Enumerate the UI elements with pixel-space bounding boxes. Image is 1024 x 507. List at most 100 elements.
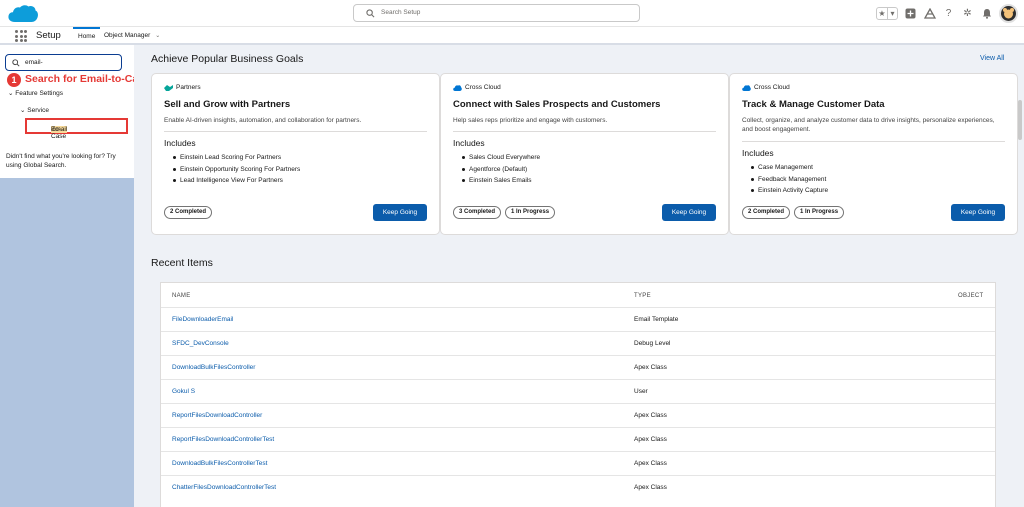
table-row: ReportFilesDownloadController Apex Class [161, 403, 995, 427]
item-name-link[interactable]: ReportFilesDownloadControllerTest [172, 436, 274, 443]
card-title: Track & Manage Customer Data [742, 99, 885, 110]
list-item: Feedback Management [751, 174, 828, 186]
card-description: Help sales reps prioritize and engage wi… [453, 117, 608, 124]
search-icon [12, 59, 20, 67]
favorites-group: ★ ▾ [876, 7, 898, 20]
tab-object-manager-label: Object Manager [104, 32, 151, 39]
tree-item-email-to-case[interactable]: Email -to-Case [25, 118, 128, 140]
item-type: Debug Level [634, 340, 671, 347]
card-divider [164, 131, 427, 132]
card-tag-label: Partners [176, 84, 201, 91]
favorites-star-icon[interactable]: ★ [877, 8, 887, 19]
item-name-link[interactable]: FileDownloaderEmail [172, 316, 233, 323]
global-header: Search Setup ★ ▾ ? ✲ [0, 0, 1024, 27]
column-header-name[interactable]: NAME [172, 293, 191, 299]
card-description: Enable AI-driven insights, automation, a… [164, 117, 362, 124]
keep-going-button[interactable]: Keep Going [373, 204, 427, 221]
table-row: FileDownloaderEmail Email Template [161, 307, 995, 331]
tab-home[interactable]: Home [73, 27, 101, 43]
chevron-down-icon: ⌄ [20, 107, 26, 114]
item-name-link[interactable]: ChatterFilesDownloadControllerTest [172, 484, 276, 491]
add-icon[interactable] [904, 7, 917, 20]
bell-icon[interactable] [980, 7, 993, 20]
salesforce-logo[interactable] [7, 3, 39, 24]
header-utility-icons: ★ ▾ ? ✲ [876, 3, 1018, 24]
card-includes-list: Sales Cloud Everywhere Agentforce (Defau… [462, 152, 540, 187]
tab-home-label: Home [78, 33, 96, 40]
status-badge: 2 Completed [164, 206, 213, 219]
step-annotation-text: Search for Email-to-Case [25, 73, 150, 85]
status-badge: 3 Completed [453, 206, 502, 219]
keep-going-button[interactable]: Keep Going [951, 204, 1005, 221]
recent-items-table: NAME TYPE OBJECT FileDownloaderEmail Ema… [160, 282, 996, 507]
tree-item-label: Service [27, 107, 49, 114]
quick-find-input[interactable]: email- [5, 54, 122, 71]
setup-search-input[interactable]: Search Setup [353, 4, 640, 22]
page-scrollbar[interactable] [1018, 100, 1022, 140]
list-item: Sales Cloud Everywhere [462, 152, 540, 164]
chevron-down-icon[interactable]: ⌄ [155, 33, 160, 39]
item-name-link[interactable]: DownloadBulkFilesController [172, 364, 255, 371]
card-includes-list: Einstein Lead Scoring For Partners Einst… [173, 152, 300, 187]
step-number-badge: 1 [7, 73, 21, 87]
search-icon [366, 9, 375, 18]
tab-object-manager[interactable]: Object Manager ⌄ [104, 27, 160, 43]
card-includes-label: Includes [742, 148, 774, 158]
goal-card: Cross Cloud Connect with Sales Prospects… [440, 73, 729, 235]
keep-going-button[interactable]: Keep Going [662, 204, 716, 221]
favorites-list-icon[interactable]: ▾ [887, 8, 897, 19]
tree-item-feature-settings[interactable]: ⌄ Feature Settings [8, 89, 63, 97]
partners-icon [164, 85, 173, 91]
quick-find-value: email- [25, 58, 43, 66]
cloud-icon [742, 85, 751, 91]
card-divider [453, 131, 716, 132]
list-item: Einstein Sales Emails [462, 175, 540, 187]
list-item: Case Management [751, 162, 828, 174]
tree-item-label-rest: -to-Case [51, 126, 67, 140]
goals-section-title: Achieve Popular Business Goals [151, 53, 304, 65]
card-divider [742, 141, 1005, 142]
item-name-link[interactable]: DownloadBulkFilesControllerTest [172, 460, 267, 467]
list-item: Einstein Opportunity Scoring For Partner… [173, 164, 300, 176]
cloud-icon [453, 85, 462, 91]
item-type: Apex Class [634, 436, 667, 443]
card-title: Sell and Grow with Partners [164, 99, 291, 110]
avatar[interactable] [999, 4, 1018, 23]
item-type: Apex Class [634, 484, 667, 491]
item-name-link[interactable]: ReportFilesDownloadController [172, 412, 262, 419]
help-icon[interactable]: ? [942, 7, 955, 20]
card-status-pills: 3 Completed 1 In Progress [453, 206, 556, 219]
item-name-link[interactable]: Gokul S [172, 388, 195, 395]
list-item: Lead Intelligence View For Partners [173, 175, 300, 187]
card-tag: Partners [164, 84, 201, 91]
card-includes-label: Includes [164, 138, 196, 148]
card-title: Connect with Sales Prospects and Custome… [453, 99, 661, 110]
not-found-hint: Didn't find what you're looking for? Try… [6, 153, 116, 169]
trailhead-icon[interactable] [923, 7, 936, 20]
item-type: Apex Class [634, 364, 667, 371]
list-item: Einstein Lead Scoring For Partners [173, 152, 300, 164]
card-tag: Cross Cloud [453, 84, 501, 91]
list-item: Agentforce (Default) [462, 164, 540, 176]
app-launcher-icon[interactable] [15, 30, 27, 42]
item-type: User [634, 388, 648, 395]
card-status-pills: 2 Completed [164, 206, 213, 219]
gear-icon[interactable]: ✲ [961, 7, 974, 20]
card-status-pills: 2 Completed 1 In Progress [742, 206, 845, 219]
item-type: Email Template [634, 316, 679, 323]
setup-home-main: Achieve Popular Business Goals View All … [134, 45, 1024, 507]
tree-item-service[interactable]: ⌄ Service [20, 106, 49, 114]
setup-sidebar: email- 1 Search for Email-to-Case ⌄ Feat… [0, 45, 150, 507]
item-name-link[interactable]: SFDC_DevConsole [172, 340, 229, 347]
search-placeholder: Search Setup [381, 9, 421, 16]
tree-item-label: Feature Settings [15, 90, 63, 97]
column-header-object[interactable]: OBJECT [958, 293, 983, 299]
item-type: Apex Class [634, 412, 667, 419]
card-tag: Cross Cloud [742, 84, 790, 91]
table-row: SFDC_DevConsole Debug Level [161, 331, 995, 355]
column-header-type[interactable]: TYPE [634, 293, 651, 299]
list-item: Einstein Activity Capture [751, 185, 828, 197]
card-includes-list: Case Management Feedback Management Eins… [751, 162, 828, 197]
view-all-link[interactable]: View All [980, 55, 1004, 62]
table-row: DownloadBulkFilesController Apex Class [161, 355, 995, 379]
